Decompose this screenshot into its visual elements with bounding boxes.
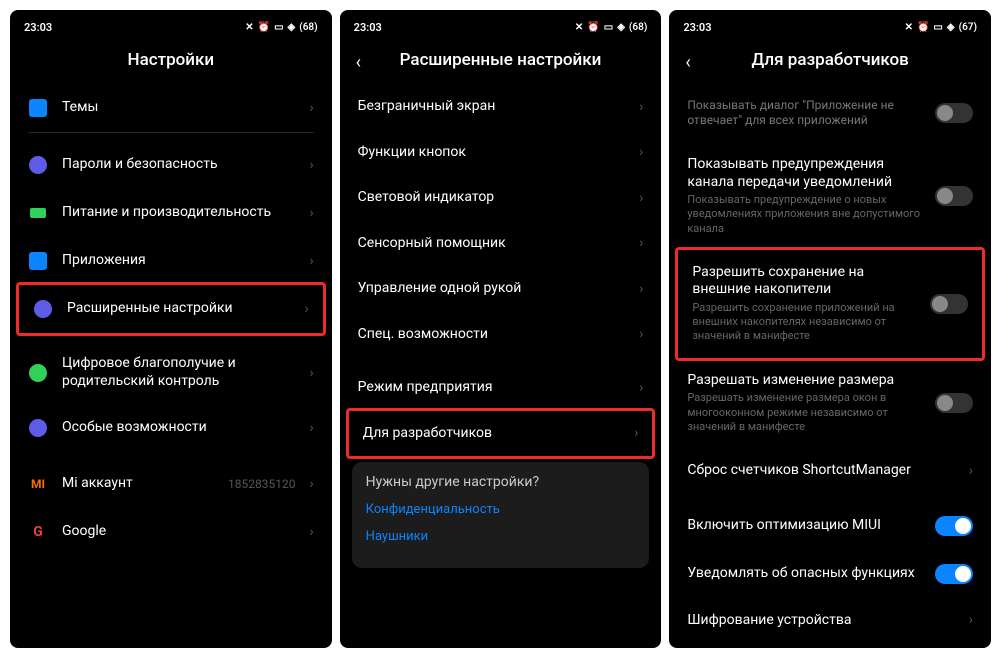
row-encryption[interactable]: Шифрование устройства › [673,598,987,644]
footer-title: Нужны другие настройки? [366,474,636,490]
header: ‹ Для разработчиков [673,40,987,84]
toggle-anr[interactable] [935,103,973,123]
wifi-icon: ◈ [288,22,296,33]
chevron-right-icon: › [639,190,643,206]
dnd-icon: ✕ [245,22,253,33]
chevron-right-icon: › [304,301,308,317]
chevron-right-icon: › [639,144,643,160]
row-accessibility[interactable]: Особые возможности › [14,404,328,452]
row-quickball[interactable]: Сенсорный помощник› [344,221,658,267]
row-buttons[interactable]: Функции кнопок› [344,130,658,176]
clock: 23:03 [683,21,711,34]
chevron-right-icon: › [309,365,313,381]
chevron-right-icon: › [969,463,973,479]
chevron-right-icon: › [634,425,638,441]
footer-link-privacy[interactable]: Конфиденциальность [366,502,636,517]
row-google[interactable]: G Google › [14,508,328,556]
battery-icon: (68) [629,22,647,33]
chevron-right-icon: › [309,157,313,173]
row-apps[interactable]: Приложения › [14,237,328,285]
mi-icon: MI [28,474,48,494]
page-title: Расширенные настройки [400,50,602,70]
battery-icon: (67) [959,22,977,33]
row-themes[interactable]: Темы › [14,84,328,132]
row-accessibility[interactable]: Спец. возможности› [344,312,658,358]
lock-icon [28,155,48,175]
clock: 23:03 [354,21,382,34]
footer-card: Нужны другие настройки? Конфиденциальнос… [352,462,650,568]
chevron-right-icon: › [309,205,313,221]
wifi-icon: ◈ [947,22,955,33]
signal-icon: ▭ [933,22,942,33]
status-icons: ✕ ⏰ ▭ ◈ (68) [245,22,317,33]
wifi-icon: ◈ [617,22,625,33]
row-force-resizable[interactable]: Разрешать изменение размера Разрешать из… [673,358,987,448]
access-icon [28,418,48,438]
chevron-right-icon: › [309,476,313,492]
toggle-miui-opt[interactable] [935,516,973,536]
chevron-right-icon: › [309,253,313,269]
row-anr-dialog[interactable]: Показывать диалог "Приложение не отвечае… [673,84,987,142]
footer-link-headphones[interactable]: Наушники [366,529,636,544]
toggle-force-resizable[interactable] [935,393,973,413]
more-icon [33,299,53,319]
chevron-right-icon: › [639,235,643,251]
row-fullscreen[interactable]: Безграничный экран› [344,84,658,130]
toggle-notify-danger[interactable] [935,564,973,584]
status-bar: 23:03 ✕ ⏰ ▭ ◈ (68) [344,14,658,40]
clock: 23:03 [24,21,52,34]
back-button[interactable]: ‹ [356,52,361,73]
page-title: Для разработчиков [752,50,909,70]
battery-icon: (68) [299,22,317,33]
status-bar: 23:03 ✕ ⏰ ▭ ◈ (67) [673,14,987,40]
header: Настройки [14,40,328,84]
themes-icon [28,98,48,118]
chevron-right-icon: › [309,420,313,436]
header: ‹ Расширенные настройки [344,40,658,84]
chevron-right-icon: › [639,326,643,342]
phone-screen-3: 23:03 ✕ ⏰ ▭ ◈ (67) ‹ Для разработчиков П… [669,10,991,648]
status-bar: 23:03 ✕ ⏰ ▭ ◈ (68) [14,14,328,40]
row-battery[interactable]: Питание и производительность › [14,189,328,237]
dnd-icon: ✕ [905,22,913,33]
row-enterprise[interactable]: Режим предприятия› [344,365,658,411]
signal-icon: ▭ [274,22,283,33]
row-channel-warn[interactable]: Показывать предупреждения канала передач… [673,142,987,250]
row-advanced-settings[interactable]: Расширенные настройки › [19,285,323,333]
phone-screen-2: 23:03 ✕ ⏰ ▭ ◈ (68) ‹ Расширенные настрой… [340,10,662,648]
alarm-icon: ⏰ [917,22,929,33]
row-developer-options[interactable]: Для разработчиков› [349,411,653,457]
back-button[interactable]: ‹ [685,52,690,73]
row-led[interactable]: Световой индикатор› [344,175,658,221]
row-force-external[interactable]: Разрешить сохранение на внешние накопите… [678,250,982,358]
toggle-force-external[interactable] [930,294,968,314]
row-mi-account[interactable]: MI Mi аккаунт 1852835120 › [14,460,328,508]
alarm-icon: ⏰ [587,22,599,33]
dnd-icon: ✕ [575,22,583,33]
signal-icon: ▭ [604,22,613,33]
row-reset-shortcut[interactable]: Сброс счетчиков ShortcutManager › [673,448,987,494]
page-title: Настройки [128,50,215,70]
family-icon [28,363,48,383]
row-notify-danger[interactable]: Уведомлять об опасных функциях [673,550,987,598]
battery-icon [28,203,48,223]
toggle-channel-warn[interactable] [935,186,973,206]
chevron-right-icon: › [309,524,313,540]
status-icons: ✕ ⏰ ▭ ◈ (68) [575,22,647,33]
row-digital-wellbeing[interactable]: Цифровое благополучие и родительский кон… [14,341,328,404]
phone-screen-1: 23:03 ✕ ⏰ ▭ ◈ (68) Настройки Темы › Паро… [10,10,332,648]
chevron-right-icon: › [309,100,313,116]
google-icon: G [28,522,48,542]
apps-icon [28,251,48,271]
chevron-right-icon: › [639,99,643,115]
chevron-right-icon: › [639,281,643,297]
row-passwords[interactable]: Пароли и безопасность › [14,141,328,189]
row-onehand[interactable]: Управление одной рукой› [344,266,658,312]
chevron-right-icon: › [969,612,973,628]
alarm-icon: ⏰ [258,22,270,33]
status-icons: ✕ ⏰ ▭ ◈ (67) [905,22,977,33]
row-miui-optimization[interactable]: Включить оптимизацию MIUI [673,502,987,550]
chevron-right-icon: › [639,380,643,396]
